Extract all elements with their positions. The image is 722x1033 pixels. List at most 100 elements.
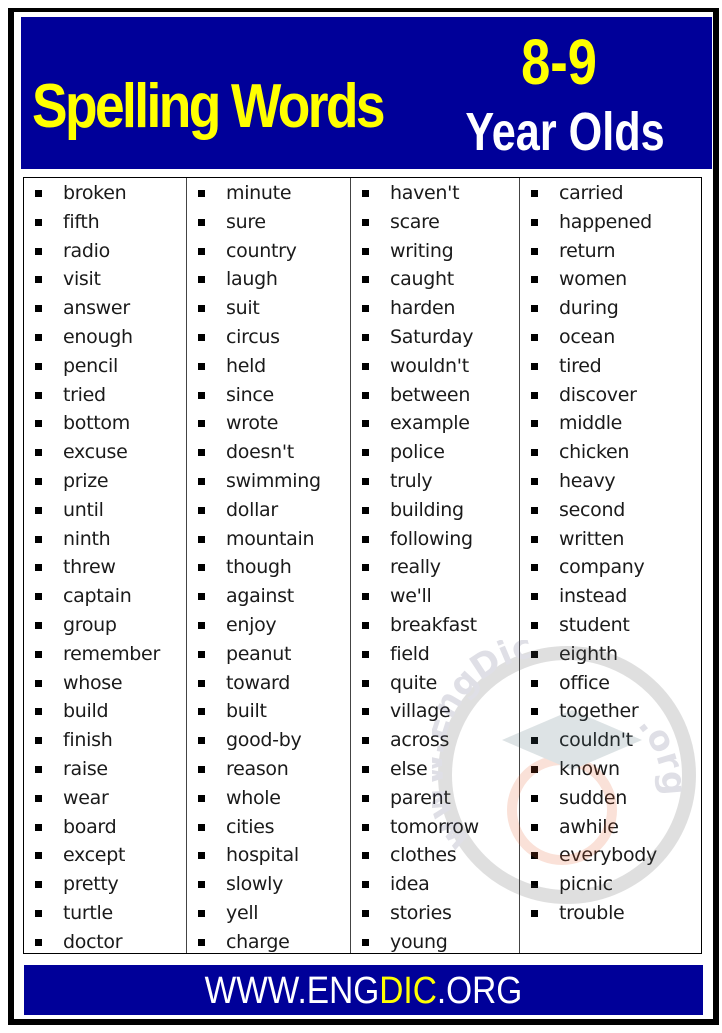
spelling-word: else — [390, 757, 428, 780]
word-item: field — [351, 640, 519, 669]
page-subtitle: Year Olds — [465, 102, 665, 162]
word-item: captain — [24, 582, 186, 611]
spelling-word: parent — [390, 786, 451, 809]
word-item: harden — [351, 294, 519, 323]
word-item: stories — [351, 899, 519, 928]
square-bullet-icon — [362, 708, 369, 716]
word-item: circus — [187, 323, 350, 352]
word-item: tried — [24, 381, 186, 410]
square-bullet-icon — [198, 420, 205, 428]
spelling-word: country — [226, 239, 297, 262]
square-bullet-icon — [35, 852, 42, 860]
spelling-word: dollar — [226, 498, 278, 521]
word-item: scare — [351, 208, 519, 237]
spelling-word: heavy — [559, 469, 616, 492]
spelling-word: village — [390, 700, 451, 723]
footer-url[interactable]: WWW.ENGDIC.ORG — [205, 965, 523, 1017]
word-item: parent — [351, 784, 519, 813]
square-bullet-icon — [362, 420, 369, 428]
spelling-word: raise — [63, 757, 108, 780]
square-bullet-icon — [531, 506, 538, 514]
square-bullet-icon — [198, 679, 205, 687]
word-item: charge — [187, 928, 350, 957]
word-item: company — [520, 553, 701, 582]
word-item: between — [351, 381, 519, 410]
word-item: truly — [351, 467, 519, 496]
square-bullet-icon — [362, 391, 369, 399]
spelling-word: enjoy — [226, 613, 277, 636]
word-item: whole — [187, 784, 350, 813]
word-item: sudden — [520, 784, 701, 813]
word-item: writing — [351, 237, 519, 266]
square-bullet-icon — [35, 449, 42, 457]
square-bullet-icon — [198, 391, 205, 399]
spelling-word: bottom — [63, 412, 130, 435]
footer-banner: WWW.ENGDIC.ORG — [24, 965, 703, 1015]
word-item: middle — [520, 409, 701, 438]
spelling-word: mountain — [226, 527, 315, 550]
spelling-word: turtle — [63, 901, 113, 924]
word-item: raise — [24, 755, 186, 784]
spelling-word: build — [63, 700, 109, 723]
word-item: enough — [24, 323, 186, 352]
spelling-word: suit — [226, 297, 260, 320]
word-column-1: broken fifth radio visit answer enough pencil t… — [24, 178, 186, 953]
square-bullet-icon — [198, 765, 205, 773]
word-table: broken fifth radio visit answer enough pencil t… — [23, 177, 702, 954]
square-bullet-icon — [198, 506, 205, 514]
square-bullet-icon — [531, 218, 538, 226]
footer-url-highlight: DIC — [379, 970, 437, 1012]
word-item: finish — [24, 726, 186, 755]
spelling-word: until — [63, 498, 104, 521]
spelling-word: haven't — [390, 182, 460, 204]
word-item: bottom — [24, 409, 186, 438]
spelling-word: breakfast — [390, 613, 477, 636]
word-item: police — [351, 438, 519, 467]
spelling-word: broken — [63, 182, 127, 204]
square-bullet-icon — [198, 276, 205, 284]
spelling-word: harden — [390, 297, 456, 320]
word-list: broken fifth radio visit answer enough pencil t… — [24, 179, 186, 957]
square-bullet-icon — [531, 650, 538, 658]
word-item: good-by — [187, 726, 350, 755]
word-item: sure — [187, 208, 350, 237]
square-bullet-icon — [198, 190, 205, 197]
square-bullet-icon — [362, 190, 369, 197]
word-item: clothes — [351, 841, 519, 870]
word-item: everybody — [520, 841, 701, 870]
square-bullet-icon — [35, 333, 42, 341]
square-bullet-icon — [198, 737, 205, 745]
word-item: really — [351, 553, 519, 582]
spelling-word: across — [390, 729, 450, 752]
word-column-3: haven't scare writing caught harden Saturday w… — [350, 178, 519, 953]
word-item: chicken — [520, 438, 701, 467]
spelling-word: captain — [63, 585, 132, 608]
spelling-word: awhile — [559, 815, 619, 838]
word-item: discover — [520, 381, 701, 410]
spelling-word: police — [390, 441, 445, 464]
square-bullet-icon — [362, 593, 369, 601]
spelling-word: wouldn't — [390, 354, 469, 377]
spelling-word: between — [390, 383, 471, 406]
word-item: board — [24, 813, 186, 842]
spelling-word: cities — [226, 815, 275, 838]
square-bullet-icon — [198, 938, 205, 946]
word-column-4: carried happened return women during ocean tir… — [519, 178, 701, 953]
square-bullet-icon — [198, 823, 205, 831]
spelling-word: trouble — [559, 901, 625, 924]
spelling-word: though — [226, 556, 292, 579]
spelling-word: truly — [390, 469, 433, 492]
spelling-word: caught — [390, 268, 454, 291]
square-bullet-icon — [362, 535, 369, 543]
square-bullet-icon — [198, 535, 205, 543]
word-item: trouble — [520, 899, 701, 928]
square-bullet-icon — [35, 247, 42, 255]
square-bullet-icon — [35, 794, 42, 802]
word-item: threw — [24, 553, 186, 582]
square-bullet-icon — [531, 564, 538, 572]
spelling-word: against — [226, 585, 294, 608]
spelling-word: happened — [559, 210, 652, 233]
spelling-word: really — [390, 556, 441, 579]
square-bullet-icon — [198, 909, 205, 917]
spelling-word: finish — [63, 729, 113, 752]
